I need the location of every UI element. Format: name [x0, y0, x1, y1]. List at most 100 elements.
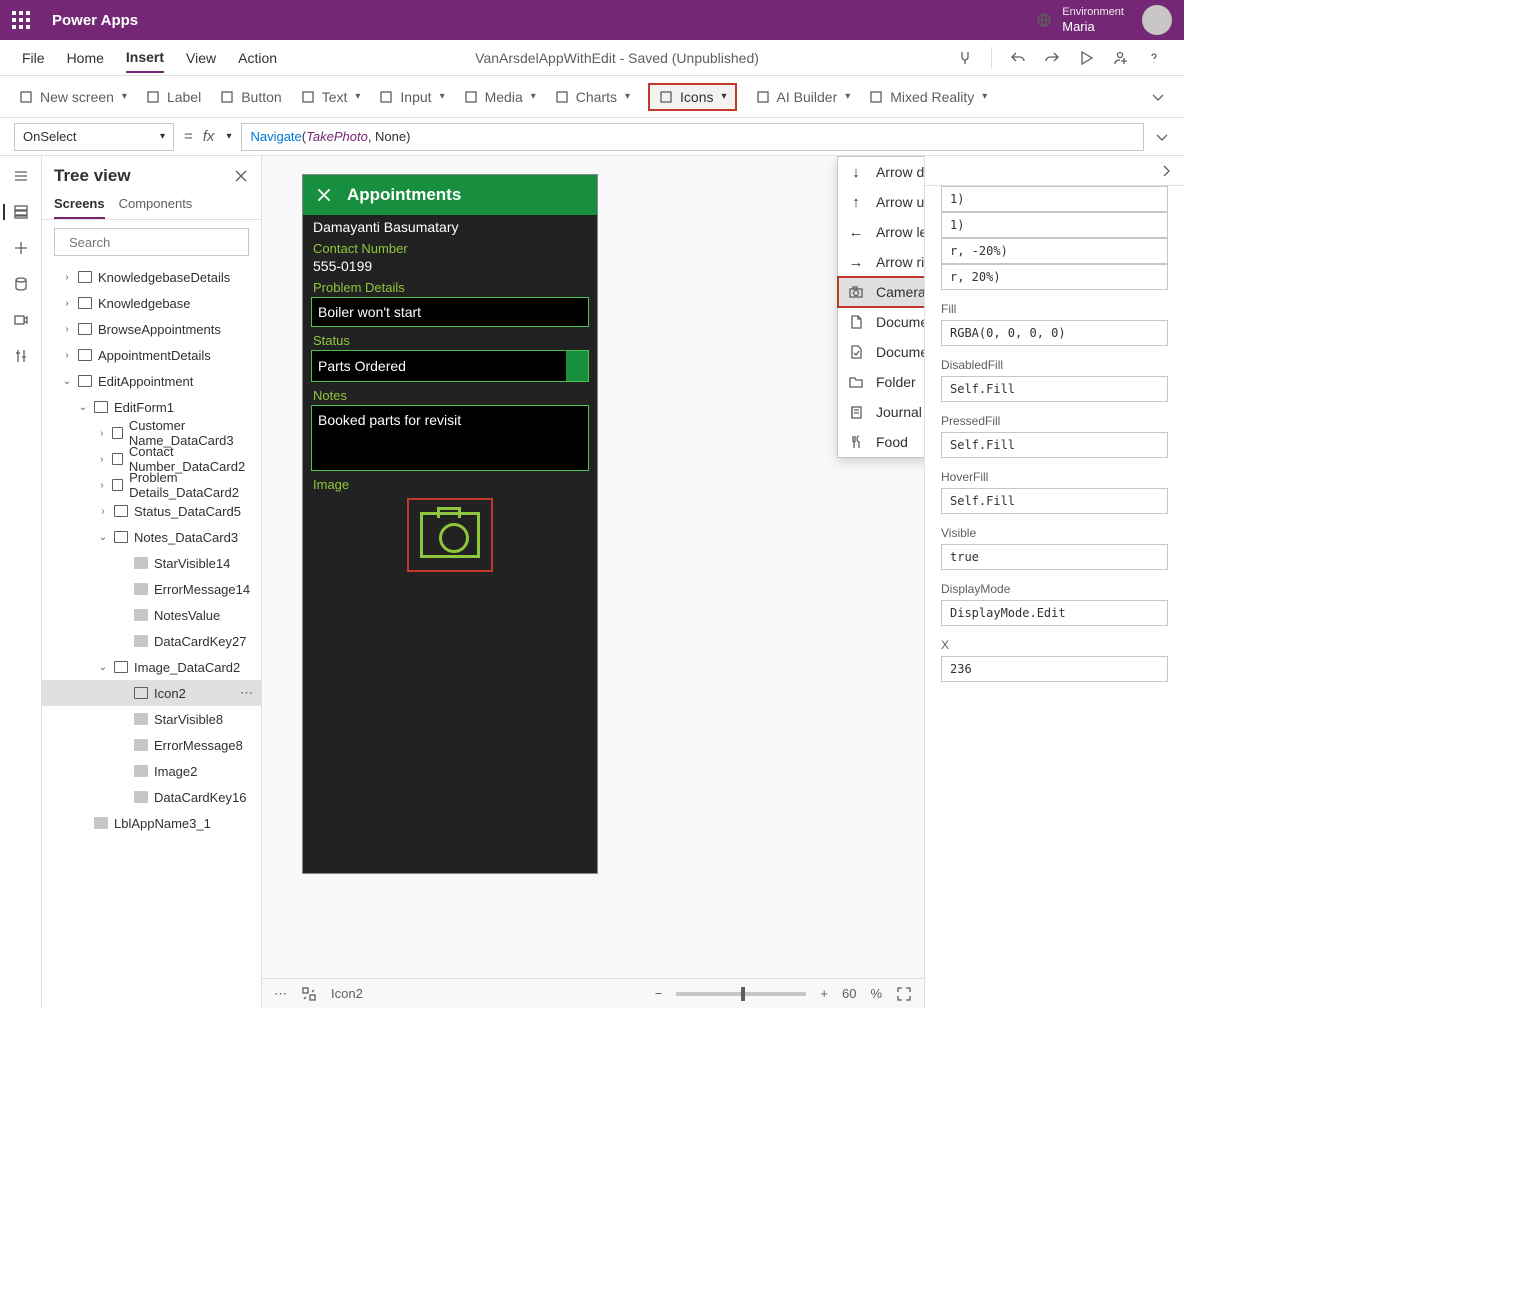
tree-node-errormessage8[interactable]: ErrorMessage8	[42, 732, 261, 758]
icon-menu-document-checkmark[interactable]: Document checkmark	[838, 337, 924, 367]
icon-menu-camera[interactable]: Camera	[838, 277, 924, 307]
chevron-right-icon[interactable]	[1158, 163, 1174, 179]
tree-node-datacardkey27[interactable]: DataCardKey27	[42, 628, 261, 654]
ribbon-mixed-reality[interactable]: Mixed Reality▾	[868, 89, 987, 105]
tree-node-knowledgebasedetails[interactable]: ›KnowledgebaseDetails	[42, 264, 261, 290]
ribbon-button[interactable]: Button	[219, 89, 281, 105]
menu-action[interactable]: Action	[238, 44, 277, 72]
data-icon[interactable]	[13, 276, 29, 292]
tree-node-starvisible14[interactable]: StarVisible14	[42, 550, 261, 576]
search-input[interactable]	[69, 235, 245, 250]
tree-node-customer-name-datacard3[interactable]: ›Customer Name_DataCard3	[42, 420, 261, 446]
prop-value[interactable]: 1)	[941, 212, 1168, 238]
icon-menu-document[interactable]: Document	[838, 307, 924, 337]
prop-value[interactable]: 1)	[941, 186, 1168, 212]
prop-value[interactable]: Self.Fill	[941, 488, 1168, 514]
expand-formula-icon[interactable]	[1154, 129, 1170, 145]
icon-menu-food[interactable]: Food	[838, 427, 924, 457]
contact-label: Contact Number	[313, 241, 587, 256]
icon-menu-arrow-left[interactable]: ←Arrow left	[838, 217, 924, 247]
close-tree-icon[interactable]	[233, 168, 249, 184]
ribbon-text[interactable]: Text▾	[300, 89, 361, 105]
zoom-slider[interactable]	[676, 992, 806, 996]
tree-search[interactable]	[54, 228, 249, 256]
menu-home[interactable]: Home	[67, 44, 104, 72]
ribbon-ai-builder[interactable]: AI Builder▾	[755, 89, 851, 105]
tree-node-image2[interactable]: Image2	[42, 758, 261, 784]
redo-icon[interactable]	[1044, 50, 1060, 66]
tab-screens[interactable]: Screens	[54, 190, 105, 219]
tab-components[interactable]: Components	[119, 190, 193, 219]
problem-input[interactable]: Boiler won't start	[311, 297, 589, 327]
tree-node-image-datacard2[interactable]: ⌄Image_DataCard2	[42, 654, 261, 680]
ribbon-new-screen[interactable]: New screen▾	[18, 89, 127, 105]
icon-menu-arrow-down[interactable]: ↓Arrow down	[838, 157, 924, 187]
app-checker-icon[interactable]	[957, 50, 973, 66]
notes-input[interactable]: Booked parts for revisit	[311, 405, 589, 471]
ribbon-charts[interactable]: Charts▾	[554, 89, 630, 105]
hamburger-icon[interactable]	[13, 168, 29, 184]
waffle-icon[interactable]	[12, 11, 30, 29]
tree-node-notesvalue[interactable]: NotesValue	[42, 602, 261, 628]
icon-menu-folder[interactable]: Folder	[838, 367, 924, 397]
tree-node-knowledgebase[interactable]: ›Knowledgebase	[42, 290, 261, 316]
undo-icon[interactable]	[1010, 50, 1026, 66]
dropdown-button[interactable]	[566, 351, 588, 381]
tree-body[interactable]: ›KnowledgebaseDetails›Knowledgebase›Brow…	[42, 264, 261, 1008]
fx-icon: fx	[203, 128, 215, 145]
more-icon[interactable]: ⋯	[274, 986, 287, 1002]
icon-menu-arrow-right[interactable]: →Arrow right	[838, 247, 924, 277]
play-icon[interactable]	[1078, 50, 1094, 66]
prop-value[interactable]: true	[941, 544, 1168, 570]
icon-menu-arrow-up[interactable]: ↑Arrow up	[838, 187, 924, 217]
zoom-out-button[interactable]: −	[655, 986, 663, 1001]
prop-value[interactable]: Self.Fill	[941, 376, 1168, 402]
tree-node-editappointment[interactable]: ⌄EditAppointment	[42, 368, 261, 394]
menu-file[interactable]: File	[22, 44, 45, 72]
selection-name[interactable]: Icon2	[331, 986, 363, 1001]
tree-node-editform1[interactable]: ⌄EditForm1	[42, 394, 261, 420]
menu-view[interactable]: View	[186, 44, 216, 72]
camera-icon-control[interactable]	[407, 498, 493, 572]
share-icon[interactable]	[1112, 50, 1128, 66]
chevron-down-icon[interactable]	[1150, 89, 1166, 105]
help-icon[interactable]	[1146, 50, 1162, 66]
property-selector[interactable]: OnSelect▾	[14, 123, 174, 151]
tree-node-notes-datacard3[interactable]: ⌄Notes_DataCard3	[42, 524, 261, 550]
icon-menu-journal[interactable]: Journal	[838, 397, 924, 427]
tree-node-starvisible8[interactable]: StarVisible8	[42, 706, 261, 732]
tree-node-icon2[interactable]: Icon2⋯	[42, 680, 261, 706]
prop-value[interactable]: DisplayMode.Edit	[941, 600, 1168, 626]
ribbon-icons[interactable]: Icons▾	[648, 83, 737, 111]
prop-value[interactable]: r, 20%)	[941, 264, 1168, 290]
tree-node-appointmentdetails[interactable]: ›AppointmentDetails	[42, 342, 261, 368]
equals-sign: =	[184, 128, 193, 145]
zoom-in-button[interactable]: +	[820, 986, 828, 1001]
prop-value[interactable]: RGBA(0, 0, 0, 0)	[941, 320, 1168, 346]
prop-value[interactable]: Self.Fill	[941, 432, 1168, 458]
media-icon[interactable]	[13, 312, 29, 328]
tree-node-status-datacard5[interactable]: ›Status_DataCard5	[42, 498, 261, 524]
status-dropdown[interactable]: Parts Ordered	[311, 350, 589, 382]
user-avatar[interactable]	[1142, 5, 1172, 35]
formula-input[interactable]: Navigate(TakePhoto, None)	[241, 123, 1144, 151]
close-icon[interactable]	[315, 186, 333, 204]
prop-value[interactable]: r, -20%)	[941, 238, 1168, 264]
menu-insert[interactable]: Insert	[126, 43, 164, 73]
tree-node-problem-details-datacard2[interactable]: ›Problem Details_DataCard2	[42, 472, 261, 498]
tree-node-browseappointments[interactable]: ›BrowseAppointments	[42, 316, 261, 342]
fit-icon[interactable]	[896, 986, 912, 1002]
add-icon[interactable]	[13, 240, 29, 256]
ribbon-label[interactable]: Label	[145, 89, 201, 105]
tree-node-datacardkey16[interactable]: DataCardKey16	[42, 784, 261, 810]
tree-node-contact-number-datacard2[interactable]: ›Contact Number_DataCard2	[42, 446, 261, 472]
ribbon-media[interactable]: Media▾	[463, 89, 536, 105]
tree-node-lblappname3-1[interactable]: LblAppName3_1	[42, 810, 261, 836]
tools-icon[interactable]	[13, 348, 29, 364]
ribbon-input[interactable]: Input▾	[378, 89, 444, 105]
tree-view-icon[interactable]	[3, 204, 29, 220]
prop-value[interactable]: 236	[941, 656, 1168, 682]
tree-node-errormessage14[interactable]: ErrorMessage14	[42, 576, 261, 602]
device-canvas[interactable]: Appointments Damayanti Basumatary Contac…	[302, 174, 598, 874]
environment-picker[interactable]: Environment Maria	[1036, 6, 1124, 35]
